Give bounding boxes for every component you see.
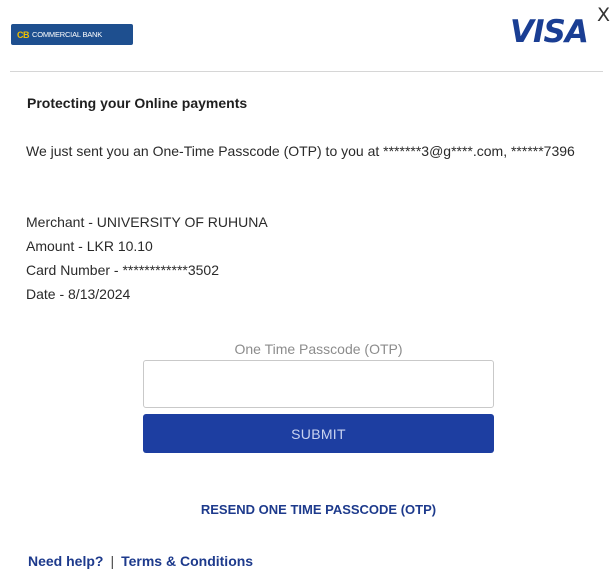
page-heading: Protecting your Online payments xyxy=(27,95,248,111)
bank-logo-text: COMMERCIAL BANK xyxy=(32,30,103,39)
terms-conditions-link[interactable]: Terms & Conditions xyxy=(121,553,253,569)
resend-otp-link[interactable]: RESEND ONE TIME PASSCODE (OTP) xyxy=(143,502,494,517)
merchant-line: Merchant - UNIVERSITY OF RUHUNA xyxy=(26,214,268,230)
otp-sent-message: We just sent you an One-Time Passcode (O… xyxy=(26,143,575,159)
date-line: Date - 8/13/2024 xyxy=(26,286,131,302)
footer-links: Need help? | Terms & Conditions xyxy=(28,553,253,569)
otp-label: One Time Passcode (OTP) xyxy=(234,341,403,357)
bank-logo: CB COMMERCIAL BANK xyxy=(11,24,133,45)
need-help-link[interactable]: Need help? xyxy=(28,553,103,569)
header-divider xyxy=(10,71,603,72)
visa-logo: VISA xyxy=(510,14,589,50)
otp-input[interactable] xyxy=(143,360,494,408)
close-icon[interactable]: X xyxy=(597,6,610,25)
card-number-line: Card Number - ************3502 xyxy=(26,262,219,278)
footer-separator: | xyxy=(110,553,115,569)
bank-logo-mark: CB xyxy=(17,29,30,40)
transaction-details: Merchant - UNIVERSITY OF RUHUNA Amount -… xyxy=(26,210,268,306)
submit-button[interactable]: SUBMIT xyxy=(143,414,494,453)
amount-line: Amount - LKR 10.10 xyxy=(26,238,153,254)
